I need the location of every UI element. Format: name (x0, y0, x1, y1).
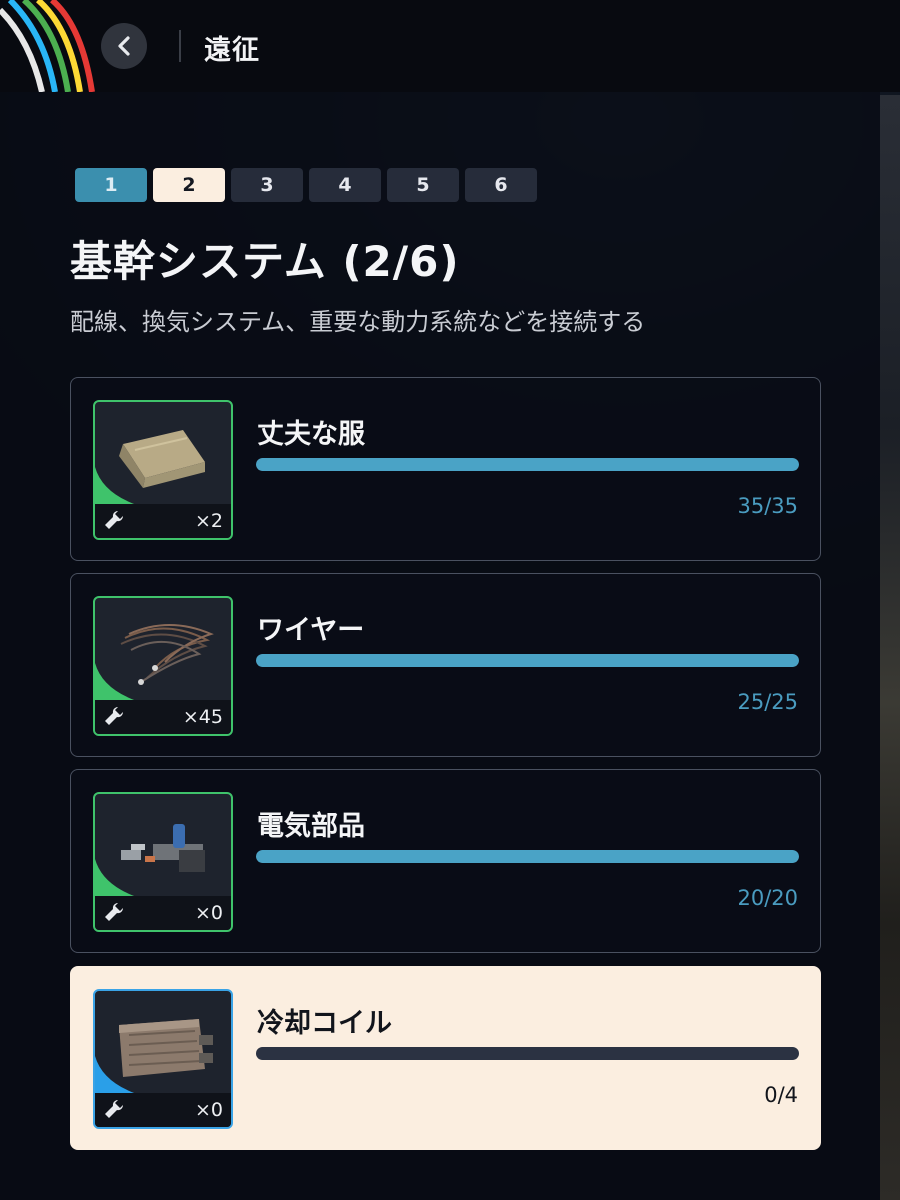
inventory-count: ×0 (194, 1099, 223, 1121)
background-scenery (880, 95, 900, 1200)
item-thumbnail: ×2 (93, 400, 233, 540)
item-thumbnail: ×0 (93, 792, 233, 932)
inventory-count: ×45 (182, 706, 223, 728)
inventory-count: ×2 (194, 510, 223, 532)
step-5[interactable]: 5 (387, 168, 459, 202)
item-name: ワイヤー (257, 615, 365, 646)
progress-count: 25/25 (737, 690, 798, 714)
page-title: 遠征 (204, 35, 260, 66)
requirement-card[interactable]: ×2 丈夫な服 35/35 (70, 377, 821, 561)
wire-icon (120, 624, 214, 685)
item-thumbnail: ×0 (93, 989, 233, 1129)
progress-bar (256, 654, 799, 667)
step-4[interactable]: 4 (309, 168, 381, 202)
item-thumbnail: ×45 (93, 596, 233, 736)
item-name: 電気部品 (257, 811, 365, 842)
wrench-icon (105, 1099, 124, 1118)
progress-bar (256, 850, 799, 863)
step-6[interactable]: 6 (465, 168, 537, 202)
back-button[interactable] (101, 23, 147, 69)
step-2[interactable]: 2 (153, 168, 225, 202)
progress-count: 35/35 (737, 494, 798, 518)
wrench-icon (105, 706, 124, 725)
top-bar: 遠征 (0, 0, 900, 92)
chevron-left-icon (118, 36, 130, 56)
electrical-parts-icon (121, 824, 205, 872)
requirement-card[interactable]: ×45 ワイヤー 25/25 (70, 573, 821, 757)
progress-count: 0/4 (764, 1083, 798, 1107)
progress-count: 20/20 (737, 886, 798, 910)
step-1[interactable]: 1 (75, 168, 147, 202)
brand-stripes-icon (0, 0, 95, 92)
step-3[interactable]: 3 (231, 168, 303, 202)
cooling-coil-icon (119, 1019, 213, 1077)
requirement-card-selected[interactable]: ×0 冷却コイル 0/4 (70, 966, 821, 1150)
cloth-icon (119, 430, 205, 488)
item-name: 冷却コイル (257, 1008, 392, 1039)
expedition-screen: 遠征 1 2 3 4 5 6 基幹システム (2/6) 配線、換気システム、重要… (0, 0, 900, 1200)
progress-bar (256, 1047, 799, 1060)
header-divider (179, 30, 181, 62)
step-indicator: 1 2 3 4 5 6 (75, 168, 537, 202)
section-title: 基幹システム (2/6) (70, 237, 460, 286)
section-description: 配線、換気システム、重要な動力系統などを接続する (70, 308, 646, 336)
wrench-icon (105, 510, 124, 529)
wrench-icon (105, 902, 124, 921)
requirement-card[interactable]: ×0 電気部品 20/20 (70, 769, 821, 953)
progress-bar (256, 458, 799, 471)
inventory-count: ×0 (194, 902, 223, 924)
item-name: 丈夫な服 (257, 419, 365, 450)
